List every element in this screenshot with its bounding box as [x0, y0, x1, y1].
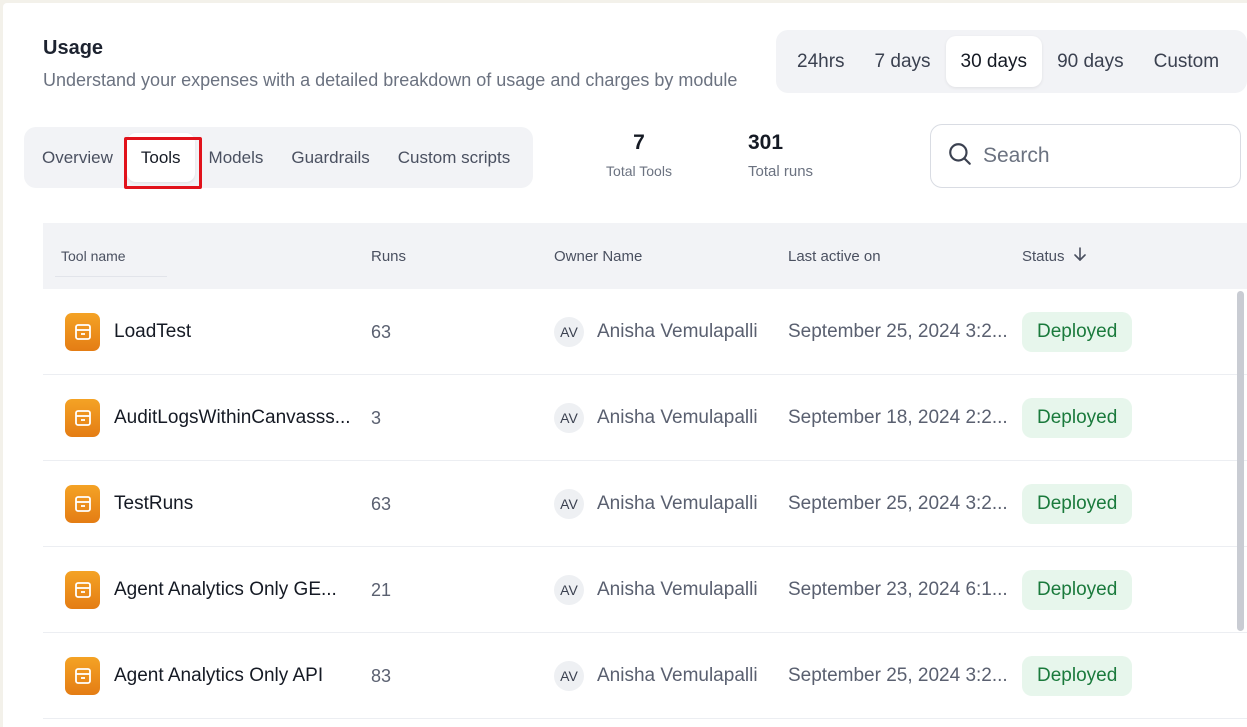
status-cell: Deployed	[1022, 547, 1133, 633]
search-box[interactable]	[930, 124, 1241, 188]
total-runs-label: Total runs	[748, 163, 814, 180]
owner-name: Anisha Vemulapalli	[597, 665, 758, 686]
page-subtitle: Understand your expenses with a detailed…	[43, 70, 738, 90]
range-custom-button[interactable]: Custom	[1139, 36, 1234, 87]
table-row[interactable]: Agent Analytics Only GE... 21 AV Anisha …	[43, 547, 1247, 633]
table-header: Tool name Runs Owner Name Last active on…	[43, 223, 1247, 289]
vertical-scrollbar[interactable]	[1237, 291, 1244, 631]
column-header-owner-name[interactable]: Owner Name	[554, 223, 642, 289]
owner-cell: AV Anisha Vemulapalli	[554, 289, 758, 375]
tool-name-cell: TestRuns	[65, 461, 193, 547]
tools-table: Tool name Runs Owner Name Last active on…	[43, 223, 1247, 719]
tool-name[interactable]: TestRuns	[114, 493, 193, 515]
runs-cell: 63	[371, 321, 392, 342]
owner-cell: AV Anisha Vemulapalli	[554, 461, 758, 547]
tool-name[interactable]: Agent Analytics Only GE...	[114, 579, 337, 601]
avatar: AV	[554, 661, 584, 691]
tool-icon	[65, 313, 100, 351]
last-active-cell: September 25, 2024 3:2...	[788, 493, 1008, 514]
column-header-last-active[interactable]: Last active on	[788, 223, 881, 289]
usage-page: Usage Understand your expenses with a de…	[3, 3, 1247, 727]
tab-guardrails[interactable]: Guardrails	[277, 133, 383, 182]
column-header-status-label: Status	[1022, 247, 1065, 265]
tool-name-cell: AuditLogsWithinCanvasss...	[65, 375, 351, 461]
range-90-days-button[interactable]: 90 days	[1042, 36, 1139, 87]
tool-icon	[65, 657, 100, 695]
total-runs-value: 301	[748, 131, 784, 154]
column-header-runs[interactable]: Runs	[371, 223, 406, 289]
avatar: AV	[554, 575, 584, 605]
runs-cell: 83	[371, 665, 392, 686]
total-tools-stat: 7 Total Tools	[599, 131, 679, 179]
tab-overview[interactable]: Overview	[28, 133, 127, 182]
last-active-cell: September 25, 2024 3:2...	[788, 665, 1008, 686]
owner-name: Anisha Vemulapalli	[597, 321, 758, 342]
total-tools-value: 7	[633, 131, 645, 154]
module-tabs: Overview Tools Models Guardrails Custom …	[24, 127, 533, 188]
owner-cell: AV Anisha Vemulapalli	[554, 547, 758, 633]
status-badge: Deployed	[1022, 656, 1133, 696]
tab-models[interactable]: Models	[195, 133, 278, 182]
owner-cell: AV Anisha Vemulapalli	[554, 375, 758, 461]
tool-name-cell: LoadTest	[65, 289, 191, 375]
status-badge: Deployed	[1022, 484, 1133, 524]
tool-name[interactable]: AuditLogsWithinCanvasss...	[114, 407, 351, 429]
runs-cell: 63	[371, 493, 392, 514]
page-title: Usage	[43, 37, 104, 59]
tool-icon	[65, 399, 100, 437]
range-7-days-button[interactable]: 7 days	[860, 36, 946, 87]
table-row[interactable]: Agent Analytics Only API 83 AV Anisha Ve…	[43, 633, 1247, 719]
tool-name-cell: Agent Analytics Only API	[65, 633, 323, 719]
total-tools-label: Total Tools	[606, 163, 672, 179]
avatar: AV	[554, 403, 584, 433]
table-row[interactable]: LoadTest 63 AV Anisha Vemulapalli Septem…	[43, 289, 1247, 375]
status-cell: Deployed	[1022, 461, 1133, 547]
status-badge: Deployed	[1022, 570, 1133, 610]
search-input[interactable]	[983, 144, 1223, 168]
last-active-cell: September 25, 2024 3:2...	[788, 321, 1008, 342]
tool-icon	[65, 571, 100, 609]
owner-name: Anisha Vemulapalli	[597, 493, 758, 514]
owner-name: Anisha Vemulapalli	[597, 579, 758, 600]
arrow-down-icon[interactable]	[1073, 246, 1087, 267]
tool-name[interactable]: Agent Analytics Only API	[114, 665, 323, 687]
owner-cell: AV Anisha Vemulapalli	[554, 633, 758, 719]
tool-name-cell: Agent Analytics Only GE...	[65, 547, 337, 633]
table-row[interactable]: TestRuns 63 AV Anisha Vemulapalli Septem…	[43, 461, 1247, 547]
status-badge: Deployed	[1022, 398, 1133, 438]
runs-cell: 21	[371, 579, 392, 600]
tool-icon	[65, 485, 100, 523]
last-active-cell: September 23, 2024 6:1...	[788, 579, 1008, 600]
table-row[interactable]: AuditLogsWithinCanvasss... 3 AV Anisha V…	[43, 375, 1247, 461]
column-header-tool-name[interactable]: Tool name	[55, 223, 167, 289]
total-runs-stat: 301 Total runs	[748, 131, 828, 180]
time-range-selector: 24hrs 7 days 30 days 90 days Custom	[776, 30, 1247, 93]
status-badge: Deployed	[1022, 312, 1133, 352]
column-header-status[interactable]: Status	[1022, 223, 1087, 289]
status-cell: Deployed	[1022, 289, 1133, 375]
status-cell: Deployed	[1022, 633, 1133, 719]
last-active-cell: September 18, 2024 2:2...	[788, 407, 1008, 428]
owner-name: Anisha Vemulapalli	[597, 407, 758, 428]
range-24hrs-button[interactable]: 24hrs	[782, 36, 860, 87]
search-icon	[947, 141, 973, 172]
avatar: AV	[554, 489, 584, 519]
tool-name[interactable]: LoadTest	[114, 321, 191, 343]
tab-custom-scripts[interactable]: Custom scripts	[384, 133, 524, 182]
avatar: AV	[554, 317, 584, 347]
status-cell: Deployed	[1022, 375, 1133, 461]
range-30-days-button[interactable]: 30 days	[945, 36, 1043, 87]
runs-cell: 3	[371, 407, 382, 428]
tab-tools[interactable]: Tools	[126, 133, 195, 182]
